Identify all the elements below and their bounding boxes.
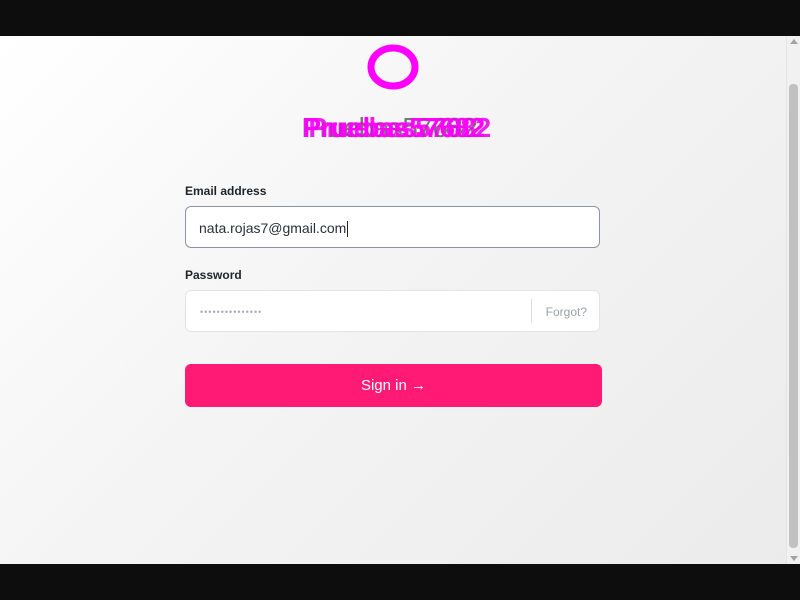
scrollbar-thumb[interactable] — [789, 84, 798, 548]
email-value-text: nata.rojas7@gmail.com — [199, 220, 347, 236]
forgot-password-link[interactable]: Forgot? — [546, 291, 587, 333]
password-field[interactable]: ••••••••••••••• Forgot? — [185, 290, 600, 332]
login-form: Email address nata.rojas7@gmail.com Pass… — [185, 184, 602, 407]
password-divider — [531, 299, 532, 323]
email-value: nata.rojas7@gmail.com — [199, 207, 349, 249]
scroll-down-icon[interactable] — [790, 556, 798, 561]
page-viewport: Pruebas57682 Pruebas57682 Pruebas57682 E… — [0, 36, 800, 564]
brand-title: Pruebas57682 Pruebas57682 Pruebas57682 — [0, 112, 787, 148]
email-label: Email address — [185, 184, 267, 198]
text-caret — [347, 221, 349, 238]
brand-title-text: Pruebas57682 — [302, 112, 485, 143]
password-label: Password — [185, 268, 242, 282]
email-field[interactable]: nata.rojas7@gmail.com — [185, 206, 600, 248]
password-mask: ••••••••••••••• — [200, 307, 263, 317]
sign-in-button[interactable]: Sign in → — [185, 364, 602, 407]
vertical-scrollbar[interactable] — [786, 36, 800, 564]
brand-logo-icon — [367, 44, 419, 90]
scroll-up-icon[interactable] — [790, 39, 798, 44]
